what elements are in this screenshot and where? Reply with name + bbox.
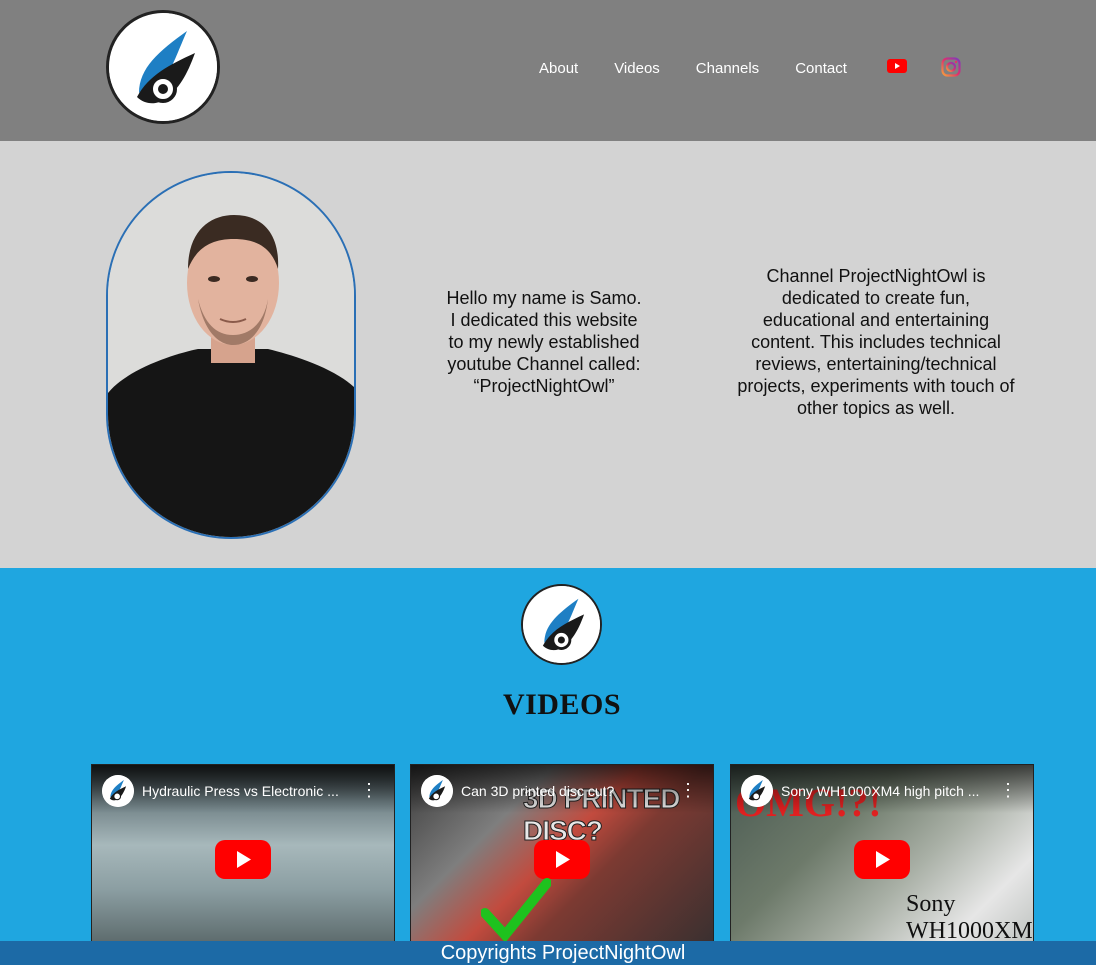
channel-logo [521,584,602,665]
main-nav: About Videos Channels Contact [521,60,865,77]
channel-avatar-icon[interactable] [421,775,453,807]
channel-avatar-icon[interactable] [741,775,773,807]
intro-text-left: Hello my name is Samo. I dedicated this … [446,288,642,396]
person-portrait-icon [108,173,354,537]
site-footer: Copyrights ProjectNightOwl [0,941,1096,965]
site-header: About Videos Channels Contact [0,0,1096,141]
copyright-text: Copyrights ProjectNightOwl [440,942,686,964]
video-title[interactable]: Can 3D printed disc cut? [461,783,666,799]
thumbnail-caption-2: Sony WH1000XM4 [906,891,1034,944]
profile-photo [106,171,356,539]
owl-logo-icon [523,586,600,663]
videos-heading: VIDEOS [502,688,622,721]
intro-text-right: Channel ProjectNightOwl is dedicated to … [737,266,1015,418]
more-options-icon[interactable]: ⋮ [679,781,697,799]
nav-channels[interactable]: Channels [696,60,759,77]
more-options-icon[interactable]: ⋮ [360,781,378,799]
channel-avatar-icon[interactable] [102,775,134,807]
checkmark-icon [481,878,551,943]
instagram-icon[interactable] [941,57,961,77]
video-embed-1[interactable]: Hydraulic Press vs Electronic ... ⋮ [91,764,395,944]
nav-contact[interactable]: Contact [795,60,847,77]
nav-about[interactable]: About [539,60,578,77]
videos-section: VIDEOS Hydraulic Press vs Electronic ...… [0,568,1096,965]
youtube-icon[interactable] [887,59,907,73]
video-title[interactable]: Sony WH1000XM4 high pitch ... [781,783,986,799]
about-section: Hello my name is Samo. I dedicated this … [0,141,1096,568]
play-button-icon[interactable] [854,840,910,879]
video-embed-3[interactable]: OMG!?! Sony WH1000XM4 Sony WH1000XM4 hig… [730,764,1034,944]
nav-videos[interactable]: Videos [614,60,660,77]
play-button-icon[interactable] [215,840,271,879]
site-logo[interactable] [106,10,220,124]
owl-logo-icon [109,13,217,121]
video-title[interactable]: Hydraulic Press vs Electronic ... [142,783,347,799]
video-embed-2[interactable]: 3D PRINTED DISC? Can 3D printed disc cut… [410,764,714,944]
more-options-icon[interactable]: ⋮ [999,781,1017,799]
play-button-icon[interactable] [534,840,590,879]
